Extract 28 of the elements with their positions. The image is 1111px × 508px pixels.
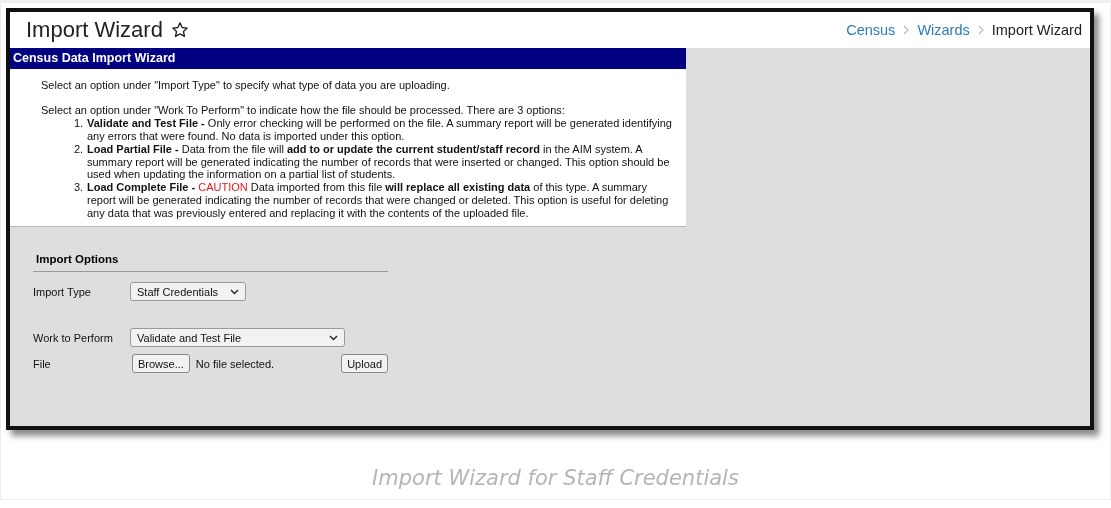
chevron-right-icon [903,25,910,35]
option-description: Validate and Test File - Only error checking will be performed on the file. A summary report will be generated identifying any errors that were found. No data is imported under this option. [87,116,673,143]
option-description: Load Partial File - Data from the file will add to or update the current student/staff record in the AIM system. A summary report will be generated indicating the number of records that were inserted or changed. This option should be used when updating the information on a partial list of students. [87,142,671,182]
panel-header: Census Data Import Wizard [10,48,686,69]
chevron-down-icon [230,288,239,295]
figure-caption: Import Wizard for Staff Credentials [371,466,740,490]
field-label: File [33,357,52,370]
page-title: Import Wizard [26,17,163,43]
intro-text: Select an option under "Work To Perform" to indicate how the file should be processed. There are 3 options: [41,103,566,117]
breadcrumb-link[interactable]: Census [846,22,896,38]
option-description: Load Complete File - CAUTION Data imported from this file will replace all existing data of this type. A summary report will be generated indicating the number of records that were changed or deleted. This option is useful for deleting any data that was previously entered and replacing it with the contents of the uploaded file. [87,181,670,221]
breadcrumb-link[interactable]: Wizards [917,22,970,38]
list-number: 1. [74,116,85,131]
chevron-right-icon [977,25,984,35]
dropdown[interactable]: Validate and Test File [130,328,345,348]
browse-button[interactable]: Browse... [132,354,190,374]
field-label: Work to Perform [33,331,114,344]
upload-button[interactable]: Upload [341,354,388,374]
breadcrumb-current: Import Wizard [991,22,1082,38]
list-number: 3. [74,181,85,196]
file-status: No file selected. [195,357,276,370]
star-icon[interactable] [170,21,189,39]
chevron-down-icon [329,334,338,341]
intro-text: Select an option under "Import Type" to specify what type of data you are uploading. [41,79,451,92]
section-title: Import Options [33,253,388,273]
field-label: Import Type [33,285,92,298]
list-number: 2. [74,142,85,157]
dropdown[interactable]: Staff Credentials [130,282,246,302]
